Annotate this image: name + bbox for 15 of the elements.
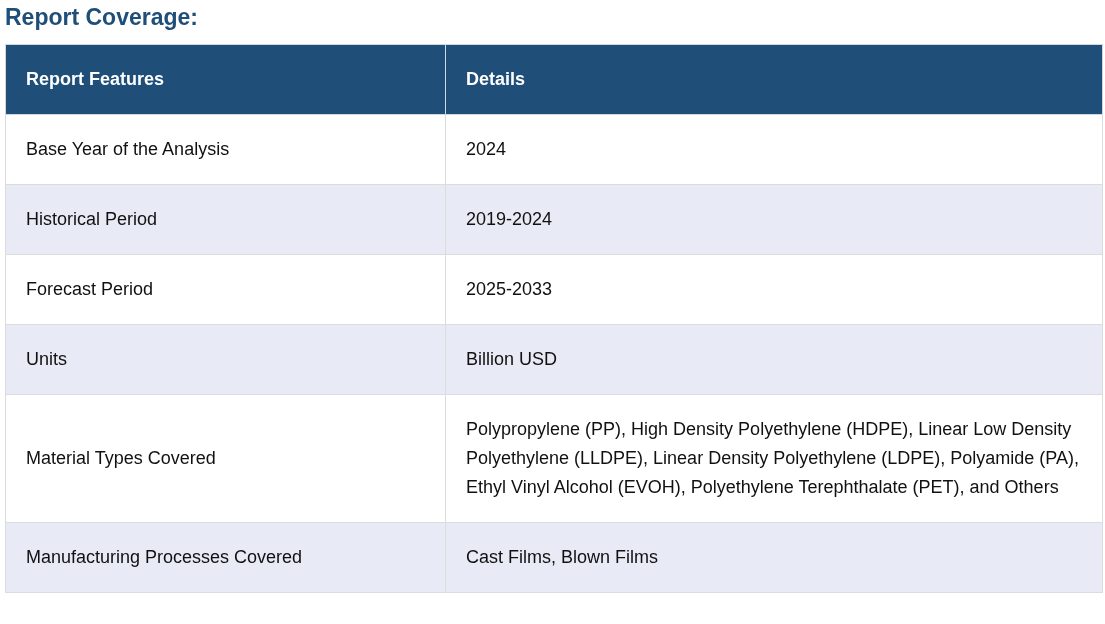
table-cell: Base Year of the Analysis: [5, 114, 446, 185]
table-cell: Historical Period: [5, 184, 446, 255]
table-cell: Units: [5, 324, 446, 395]
table-cell: 2025-2033: [445, 254, 1103, 325]
table-cell: Billion USD: [445, 324, 1103, 395]
table-cell: Cast Films, Blown Films: [445, 522, 1103, 593]
table-cell: Manufacturing Processes Covered: [5, 522, 446, 593]
table-cell: Polypropylene (PP), High Density Polyethylene (HDPE), Linear Low Density Polyethylene (LLDPE), Linear Density Polyethylene (LDPE), Polyamide (PA), Ethyl Vinyl Alcohol (EVOH), Polyethylene Terephthalate (PET), and Others: [445, 394, 1103, 523]
column-header: Details: [445, 44, 1103, 115]
table-cell: Material Types Covered: [5, 394, 446, 523]
column-header: Report Features: [5, 44, 446, 115]
table-cell: 2024: [445, 114, 1103, 185]
section-heading: Report Coverage:: [4, 3, 199, 32]
table-cell: Forecast Period: [5, 254, 446, 325]
table-cell: 2019-2024: [445, 184, 1103, 255]
